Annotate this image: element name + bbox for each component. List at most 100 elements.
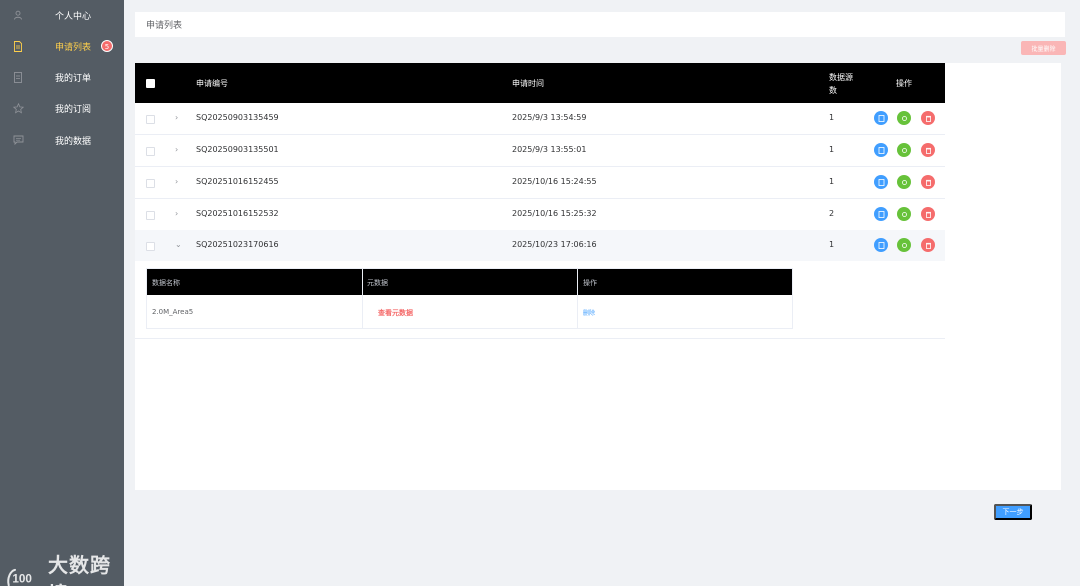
application-time: 2025/10/16 15:25:32: [512, 209, 597, 218]
delete-button[interactable]: [921, 207, 935, 221]
table-row[interactable]: › SQ20250903135459 2025/9/3 13:54:59 1: [135, 103, 945, 135]
chevron-right-icon[interactable]: ›: [175, 145, 178, 154]
row-checkbox[interactable]: [146, 242, 155, 251]
data-source-count: 2: [829, 209, 835, 218]
row-checkbox[interactable]: [146, 115, 155, 124]
table-row[interactable]: › SQ20251016152532 2025/10/16 15:25:32 2: [135, 199, 945, 231]
select-all-checkbox[interactable]: [146, 79, 155, 88]
edit-button[interactable]: [897, 207, 911, 221]
data-source-count: 1: [829, 177, 835, 186]
brand-logo-mark: 100: [7, 568, 32, 586]
gear-icon: [901, 211, 907, 217]
column-header-actions: 操作: [583, 279, 597, 287]
row-checkbox[interactable]: [146, 179, 155, 188]
edit-button[interactable]: [897, 143, 911, 157]
column-header-count: 数据源数: [829, 73, 853, 95]
row-checkbox[interactable]: [146, 211, 155, 220]
count-badge: 5: [101, 40, 113, 52]
star-icon: [12, 102, 24, 114]
trash-icon: [925, 147, 931, 154]
application-time: 2025/9/3 13:54:59: [512, 113, 587, 122]
delete-button[interactable]: [921, 143, 935, 157]
column-header-metadata: 元数据: [367, 279, 388, 287]
svg-text:100: 100: [12, 573, 32, 586]
trash-icon: [925, 242, 931, 249]
table-row[interactable]: › SQ20250903135501 2025/9/3 13:55:01 1: [135, 135, 945, 167]
column-header-actions: 操作: [896, 79, 912, 88]
view-button[interactable]: [874, 175, 888, 189]
view-button[interactable]: [874, 143, 888, 157]
document-icon: [878, 210, 884, 218]
trash-icon: [925, 211, 931, 218]
chevron-right-icon[interactable]: ›: [175, 177, 178, 186]
table-header: 申请编号 申请时间 数据源数 操作: [135, 63, 945, 103]
delete-button[interactable]: [921, 238, 935, 252]
brand-logo: 100 大数跨境: [6, 549, 124, 586]
sidebar-item-label: 个人中心: [55, 12, 92, 22]
edit-button[interactable]: [897, 175, 911, 189]
edit-button[interactable]: [897, 111, 911, 125]
trash-icon: [925, 115, 931, 122]
application-id: SQ20251016152532: [196, 209, 279, 218]
delete-link[interactable]: 删除: [583, 308, 595, 317]
view-button[interactable]: [874, 111, 888, 125]
table-row[interactable]: › SQ20251016152455 2025/10/16 15:24:55 1: [135, 167, 945, 199]
gear-icon: [901, 179, 907, 185]
document-icon: [878, 178, 884, 186]
table-row[interactable]: ⌄ SQ20251023170616 2025/10/23 17:06:16 1: [135, 230, 945, 262]
chevron-down-icon[interactable]: ⌄: [175, 240, 182, 249]
column-header-data-name: 数据名称: [152, 279, 180, 287]
subtable-header: 数据名称 元数据 操作: [147, 269, 792, 295]
sidebar-item-personal-center[interactable]: 个人中心: [0, 0, 124, 31]
page-title: 申请列表: [146, 21, 183, 31]
sidebar-item-my-subscriptions[interactable]: 我的订阅: [0, 93, 124, 124]
edit-button[interactable]: [897, 238, 911, 252]
view-metadata-link[interactable]: 查看元数据: [378, 308, 413, 318]
delete-button[interactable]: [921, 175, 935, 189]
sidebar-item-label: 申请列表: [55, 43, 92, 53]
application-id: SQ20251016152455: [196, 177, 279, 186]
chevron-right-icon[interactable]: ›: [175, 209, 178, 218]
column-header-id: 申请编号: [196, 79, 228, 88]
sidebar-item-application-list[interactable]: 申请列表 5: [0, 31, 124, 62]
message-icon: [12, 134, 24, 146]
document-icon: [878, 146, 884, 154]
next-step-button[interactable]: 下一步: [994, 504, 1032, 520]
column-header-time: 申请时间: [512, 79, 544, 88]
sidebar-item-label: 我的数据: [55, 137, 92, 147]
document-icon: [12, 40, 24, 52]
application-time: 2025/10/23 17:06:16: [512, 240, 597, 249]
sidebar-item-my-orders[interactable]: 我的订单: [0, 62, 124, 93]
expanded-row-detail: 数据名称 元数据 操作 2.0M_Area5 查看元数据 删除: [135, 261, 945, 339]
view-button[interactable]: [874, 238, 888, 252]
sidebar-item-label: 我的订阅: [55, 105, 92, 115]
data-source-count: 1: [829, 145, 835, 154]
row-checkbox[interactable]: [146, 147, 155, 156]
trash-icon: [925, 179, 931, 186]
application-id: SQ20250903135459: [196, 113, 279, 122]
data-source-count: 1: [829, 240, 835, 249]
data-name: 2.0M_Area5: [152, 308, 194, 316]
chevron-right-icon[interactable]: ›: [175, 113, 178, 122]
view-button[interactable]: [874, 207, 888, 221]
page-header: 申请列表: [135, 12, 1065, 37]
order-icon: [12, 71, 24, 83]
application-time: 2025/9/3 13:55:01: [512, 145, 587, 154]
data-source-count: 1: [829, 113, 835, 122]
document-icon: [878, 114, 884, 122]
gear-icon: [901, 115, 907, 121]
user-icon: [12, 9, 24, 21]
brand-name: 大数跨境: [48, 553, 111, 586]
sidebar-item-my-data[interactable]: 我的数据: [0, 125, 124, 156]
application-id: SQ20251023170616: [196, 240, 279, 249]
application-id: SQ20250903135501: [196, 145, 279, 154]
sidebar: 个人中心 申请列表 5 我的订单 我的订阅 我的数据 100 大数跨境: [0, 0, 124, 586]
application-table-panel: 申请编号 申请时间 数据源数 操作 › SQ20250903135459 202…: [135, 63, 1061, 490]
application-time: 2025/10/16 15:24:55: [512, 177, 597, 186]
batch-delete-button[interactable]: 批量删除: [1021, 41, 1066, 55]
subtable-row: 2.0M_Area5 查看元数据 删除: [147, 295, 792, 329]
data-source-subtable: 数据名称 元数据 操作 2.0M_Area5 查看元数据 删除: [146, 268, 793, 329]
delete-button[interactable]: [921, 111, 935, 125]
sidebar-item-label: 我的订单: [55, 74, 92, 84]
document-icon: [878, 241, 884, 249]
